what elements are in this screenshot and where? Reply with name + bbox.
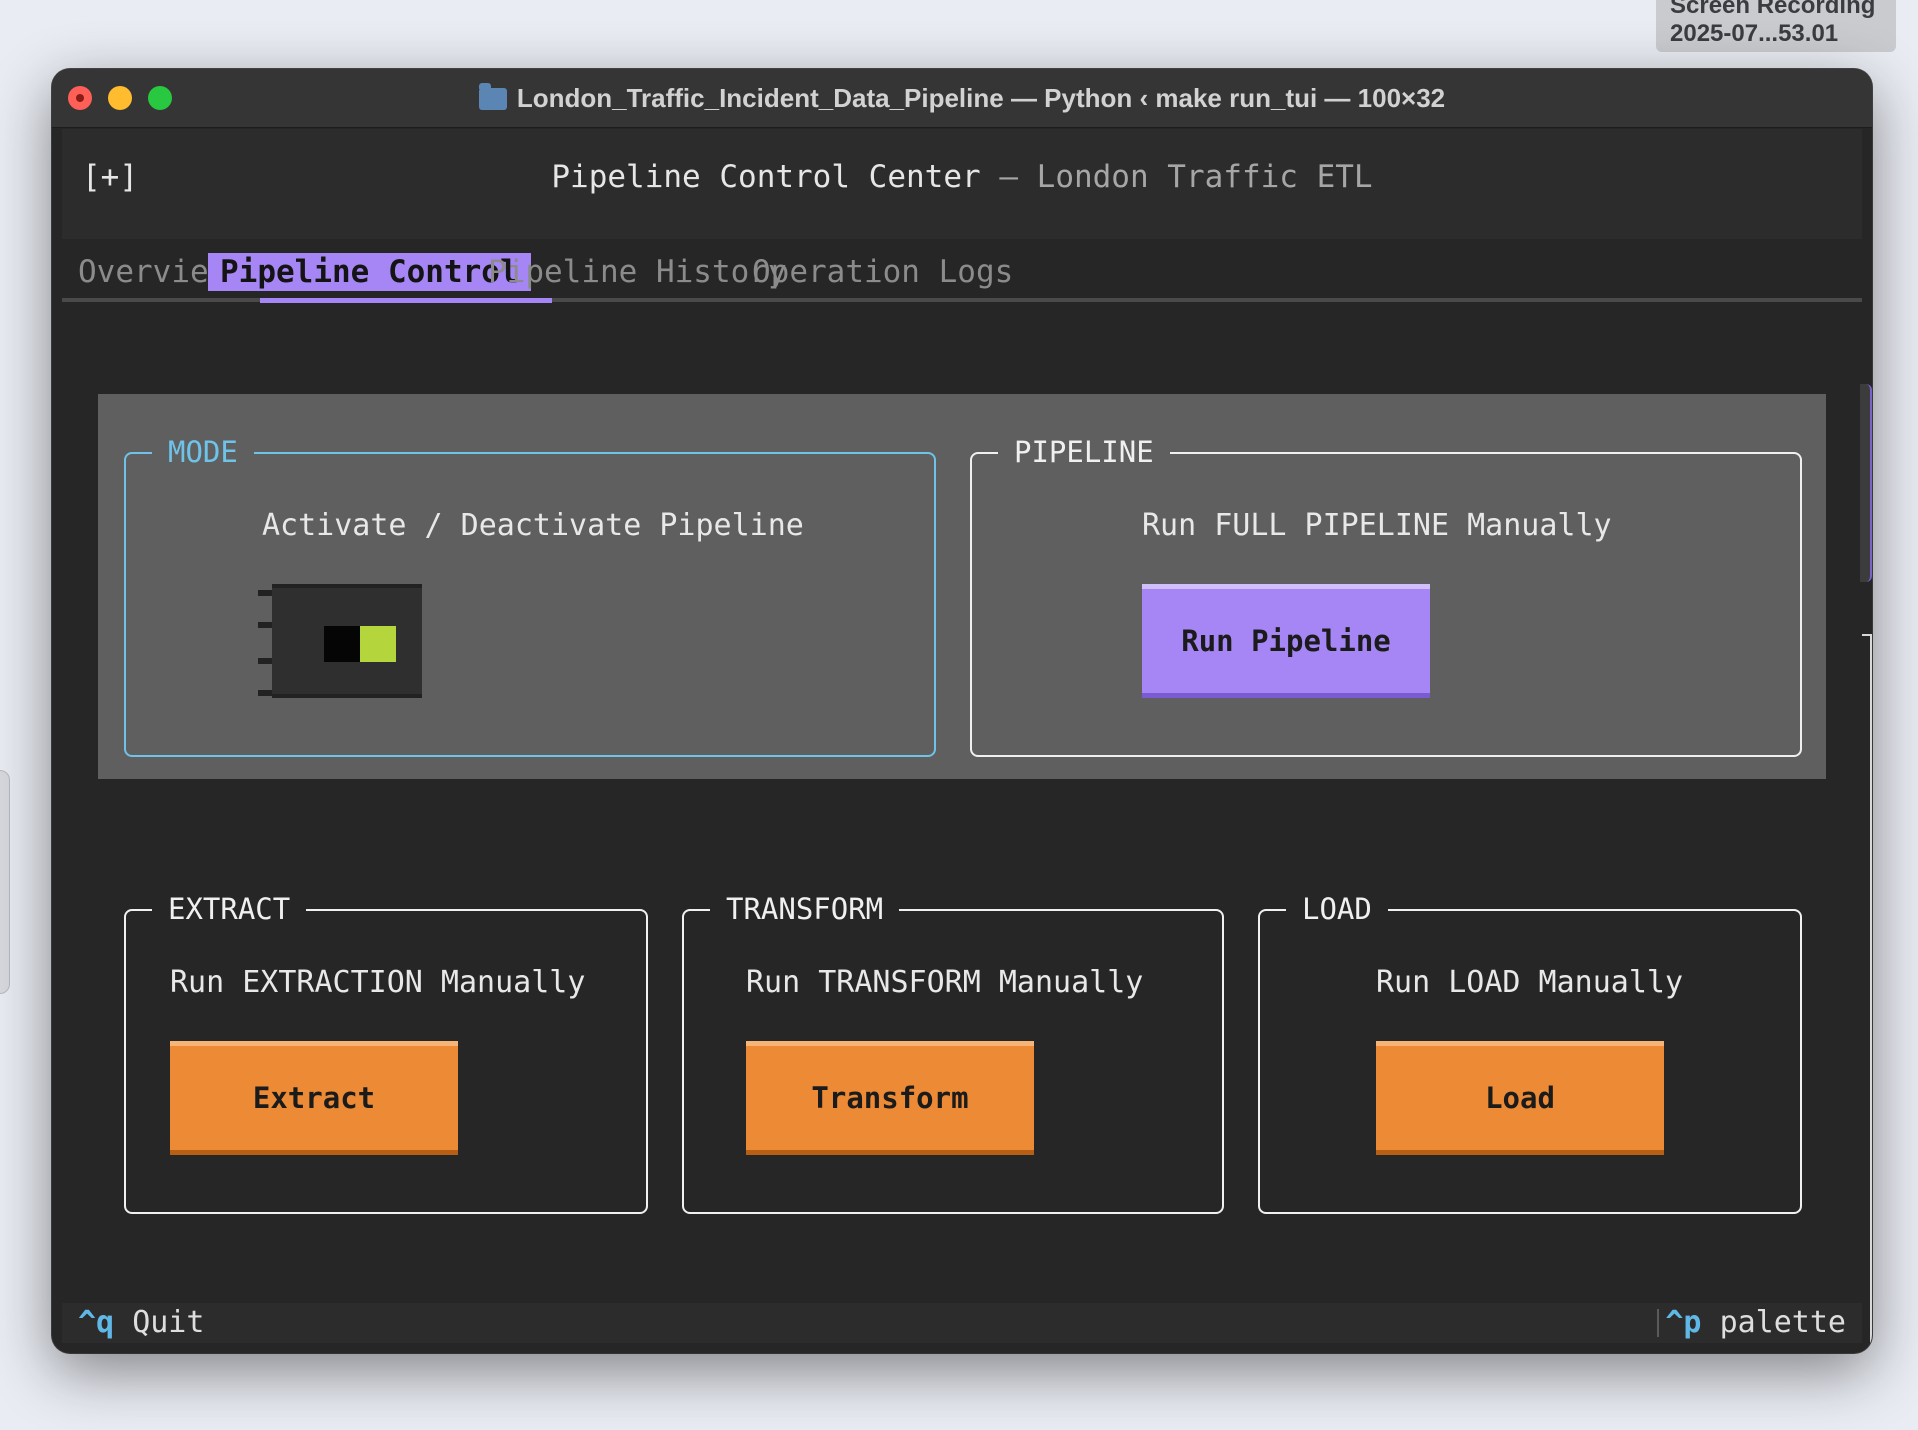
- recording-filename: 2025-07...53.01: [1670, 20, 1839, 47]
- extract-caption: Run EXTRACTION Manually: [170, 965, 586, 1000]
- terminal-window: London_Traffic_Incident_Data_Pipeline — …: [52, 69, 1872, 1353]
- switch-body: [272, 584, 422, 698]
- quit-key: ^q: [78, 1305, 115, 1340]
- folder-icon: [478, 83, 507, 110]
- app-header: [+] Pipeline Control Center — London Tra…: [62, 129, 1862, 239]
- pipeline-toggle-switch[interactable]: [258, 584, 424, 698]
- load-title: LOAD: [1286, 892, 1388, 926]
- mode-box: MODE Activate / Deactivate Pipeline: [124, 435, 936, 757]
- scrollbar-thumb[interactable]: [1860, 384, 1872, 582]
- screen-recording-badge: Screen Recording 2025-07...53.01: [1656, 0, 1896, 52]
- switch-edge: [258, 590, 272, 596]
- recording-label: Screen Recording: [1670, 0, 1876, 19]
- quit-label: Quit: [132, 1305, 205, 1340]
- tab-bar: Overview Pipeline Control Pipeline Histo…: [62, 241, 1862, 313]
- quit-shortcut[interactable]: ^q Quit: [78, 1303, 204, 1343]
- extract-title: EXTRACT: [152, 892, 307, 926]
- tab-operation-logs[interactable]: Operation Logs: [740, 253, 1025, 291]
- palette-label: palette: [1719, 1305, 1846, 1340]
- run-pipeline-button[interactable]: Run Pipeline: [1142, 584, 1430, 698]
- background-window-edge: [0, 770, 10, 994]
- header-separator: —: [980, 159, 1037, 195]
- load-caption: Run LOAD Manually: [1376, 965, 1684, 1000]
- switch-on-knob: [360, 626, 396, 662]
- pipeline-title: PIPELINE: [998, 435, 1170, 469]
- switch-edge: [258, 690, 272, 696]
- extract-button[interactable]: Extract: [170, 1041, 458, 1155]
- content-frame-edge: [1862, 634, 1872, 1353]
- mode-title: MODE: [152, 435, 254, 469]
- palette-shortcut[interactable]: ^p palette: [1665, 1303, 1846, 1343]
- scrollbar[interactable]: [1860, 384, 1872, 584]
- transform-box: TRANSFORM Run TRANSFORM Manually Transfo…: [682, 892, 1224, 1214]
- window-title-text: London_Traffic_Incident_Data_Pipeline — …: [516, 83, 1446, 113]
- transform-title: TRANSFORM: [710, 892, 900, 926]
- window-titlebar[interactable]: London_Traffic_Incident_Data_Pipeline — …: [52, 69, 1872, 128]
- load-box: LOAD Run LOAD Manually Load: [1258, 892, 1802, 1214]
- header-title: Pipeline Control Center: [551, 159, 981, 195]
- extract-box: EXTRACT Run EXTRACTION Manually Extract: [124, 892, 648, 1214]
- transform-button[interactable]: Transform: [746, 1041, 1034, 1155]
- pipeline-caption: Run FULL PIPELINE Manually: [1142, 508, 1612, 543]
- switch-off-segment: [324, 626, 360, 662]
- pipeline-box: PIPELINE Run FULL PIPELINE Manually Run …: [970, 435, 1802, 757]
- header-subtitle: London Traffic ETL: [1036, 159, 1373, 195]
- load-button[interactable]: Load: [1376, 1041, 1664, 1155]
- switch-edge: [258, 658, 272, 664]
- window-title: London_Traffic_Incident_Data_Pipeline — …: [52, 69, 1872, 127]
- mode-caption: Activate / Deactivate Pipeline: [262, 508, 804, 543]
- footer-divider: [1657, 1309, 1659, 1337]
- footer-keybar: ^q Quit ^p palette: [62, 1303, 1862, 1343]
- active-tab-indicator: [260, 298, 552, 303]
- transform-caption: Run TRANSFORM Manually: [746, 965, 1144, 1000]
- palette-key: ^p: [1665, 1305, 1702, 1340]
- page-title: Pipeline Control Center — London Traffic…: [62, 159, 1862, 195]
- switch-edge: [258, 622, 272, 628]
